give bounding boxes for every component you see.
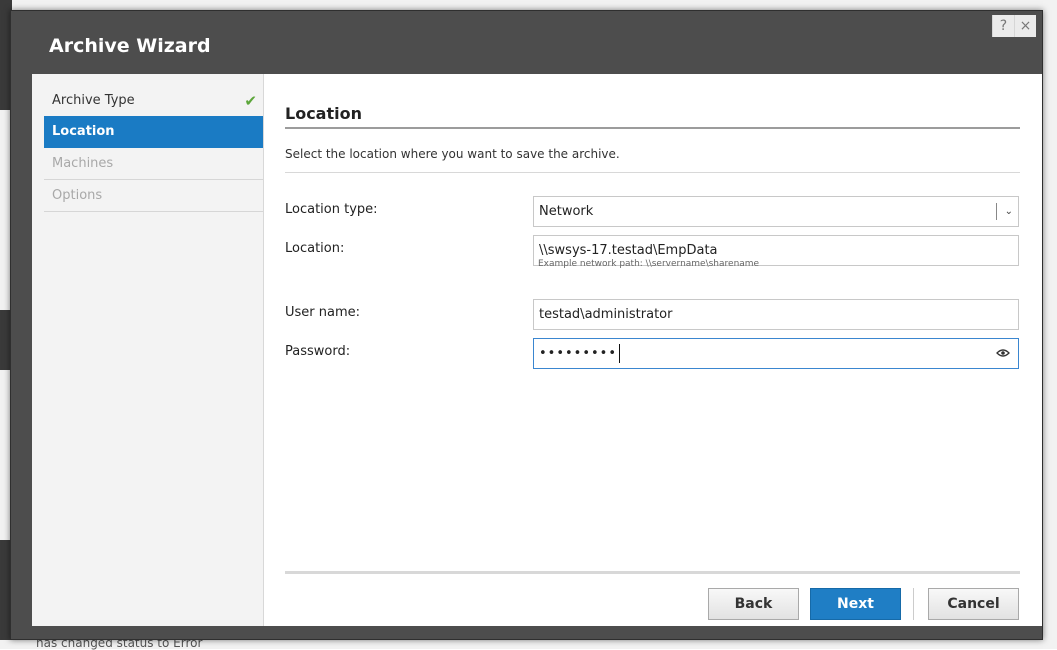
- location-type-label: Location type:: [285, 202, 378, 217]
- username-label: User name:: [285, 305, 361, 320]
- chevron-down-icon[interactable]: ⌄: [1005, 197, 1013, 226]
- checkmark-icon: ✔: [244, 92, 257, 110]
- archive-wizard-dialog: Archive Wizard ? × Archive Type ✔ Locati…: [10, 10, 1043, 640]
- dialog-title: Archive Wizard: [49, 35, 211, 57]
- next-button[interactable]: Next: [810, 588, 901, 620]
- pane-title: Location: [285, 104, 362, 123]
- pane-description: Select the location where you want to sa…: [285, 147, 620, 161]
- help-button[interactable]: ?: [992, 15, 1014, 37]
- step-location[interactable]: Location: [44, 116, 263, 148]
- location-type-value: Network: [539, 204, 594, 219]
- cancel-button[interactable]: Cancel: [928, 588, 1019, 620]
- text-caret: [619, 344, 621, 363]
- step-label: Options: [52, 188, 103, 203]
- back-button[interactable]: Back: [708, 588, 799, 620]
- password-input[interactable]: •••••••••: [533, 338, 1019, 369]
- username-value: testad\administrator: [539, 307, 673, 322]
- password-label: Password:: [285, 344, 351, 359]
- wizard-steps-list: Archive Type ✔ Location Machines Options: [44, 90, 263, 212]
- step-label: Machines: [52, 156, 114, 171]
- step-machines: Machines: [44, 148, 263, 180]
- location-pane: Location Select the location where you w…: [285, 74, 1020, 626]
- footer-divider: [285, 571, 1020, 574]
- password-value: •••••••••: [539, 346, 618, 361]
- eye-icon[interactable]: [996, 348, 1010, 358]
- location-value: \\swsys-17.testad\EmpData: [539, 243, 718, 258]
- step-options: Options: [44, 180, 263, 212]
- step-label: Location: [52, 124, 115, 139]
- step-label: Archive Type: [52, 93, 135, 108]
- description-divider: [285, 172, 1020, 173]
- location-type-select[interactable]: Network ⌄: [533, 196, 1019, 227]
- wizard-steps-nav: Archive Type ✔ Location Machines Options: [32, 74, 264, 626]
- close-button[interactable]: ×: [1014, 15, 1036, 37]
- title-bar-buttons: ? ×: [992, 15, 1036, 37]
- button-separator: [913, 588, 914, 620]
- select-divider: [996, 203, 997, 220]
- title-divider: [285, 127, 1020, 129]
- step-archive-type[interactable]: Archive Type ✔: [44, 90, 263, 116]
- location-hint: Example network path: \\servername\share…: [538, 259, 760, 269]
- username-input[interactable]: testad\administrator: [533, 299, 1019, 330]
- dialog-content: Archive Type ✔ Location Machines Options…: [32, 74, 1042, 626]
- location-label: Location:: [285, 241, 345, 256]
